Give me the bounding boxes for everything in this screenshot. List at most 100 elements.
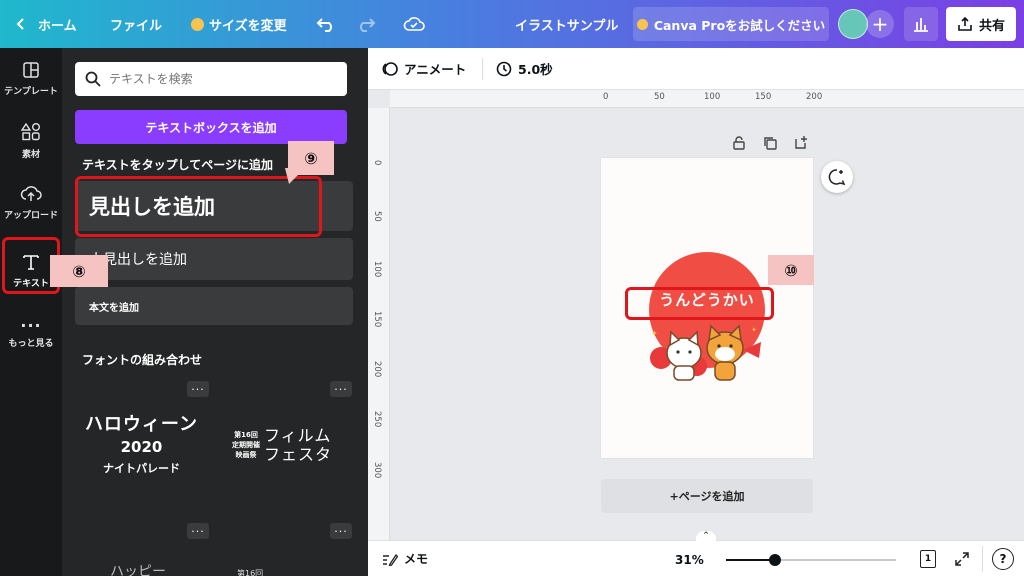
animate-icon	[382, 61, 398, 76]
add-body-text-button[interactable]: 本文を追加	[75, 287, 353, 325]
ruler-tick: 0	[372, 160, 382, 166]
duration-label: 5.0秒	[518, 62, 553, 77]
zoom-slider-fill	[726, 559, 775, 561]
avatar[interactable]	[838, 9, 868, 39]
annotation-label-9: ⑨	[288, 141, 334, 175]
bar-chart-icon	[914, 18, 928, 32]
comment-add-icon	[828, 169, 846, 186]
duplicate-icon	[764, 137, 777, 150]
add-page-button[interactable]: +ページを追加	[601, 479, 813, 513]
combo-more-button[interactable]: ···	[187, 523, 209, 539]
combo-more-button[interactable]: ···	[330, 381, 352, 397]
show-pages-toggle[interactable]: ⌃	[696, 531, 716, 545]
shapes-icon	[21, 122, 40, 141]
combo-line: ナイトパレード	[103, 462, 180, 475]
toolbar-divider	[482, 58, 483, 80]
undo-icon	[316, 18, 332, 32]
combo-more-button[interactable]: ···	[187, 381, 209, 397]
combo-small: 定期開催	[232, 441, 260, 449]
search-icon	[85, 71, 101, 87]
notes-button[interactable]: メモ	[382, 550, 428, 567]
home-label: ホーム	[38, 18, 77, 34]
try-pro-label: Canva Proをお試しください	[653, 17, 826, 33]
ruler-tick: 50	[654, 92, 665, 102]
rail-item-templates[interactable]: テンプレート	[0, 48, 62, 110]
add-textbox-button[interactable]: テキストボックスを追加	[75, 110, 347, 144]
cloud-upload-icon	[20, 186, 42, 201]
comment-button[interactable]	[821, 161, 853, 193]
duration-button[interactable]: 5.0秒	[496, 59, 553, 78]
font-combo-film-festa[interactable]: 第16回 定期開催 映画祭 フィルム フェスタ	[232, 426, 347, 464]
rail-item-label: もっと見る	[8, 339, 54, 349]
search-input[interactable]	[109, 72, 329, 86]
svg-text:✦: ✦	[651, 329, 658, 338]
add-page-icon	[795, 136, 807, 149]
page-count: 1	[924, 554, 932, 564]
duplicate-page-button[interactable]	[763, 136, 777, 153]
ruler-horizontal: 0 50 100 150 200	[390, 90, 1024, 108]
annotation-label-8: ⑧	[50, 255, 108, 287]
zoom-percentage[interactable]: 31%	[675, 553, 704, 567]
combo-more-button[interactable]: ···	[330, 523, 352, 539]
clock-icon	[496, 61, 512, 76]
rail-item-uploads[interactable]: アップロード	[0, 172, 62, 234]
add-page-icon-button[interactable]	[794, 135, 808, 152]
ruler-tick: 100	[704, 92, 721, 102]
help-button[interactable]: ?	[992, 548, 1014, 570]
lock-icon	[733, 136, 745, 150]
ruler-tick: 0	[603, 92, 609, 102]
annotation-label-10: ⑩	[768, 255, 814, 285]
home-button[interactable]: ホーム	[14, 0, 77, 48]
insights-button[interactable]	[904, 7, 938, 41]
zoom-slider-track[interactable]	[726, 554, 896, 566]
undo-button[interactable]	[316, 0, 336, 48]
design-title[interactable]: イラストサンプル	[515, 0, 618, 48]
rail-item-more[interactable]: ··· もっと見る	[0, 304, 62, 366]
resize-button[interactable]: サイズを変更	[191, 0, 287, 48]
redo-button[interactable]	[356, 0, 376, 48]
file-menu-button[interactable]: ファイル	[110, 0, 162, 48]
zoom-slider-thumb[interactable]	[769, 554, 781, 566]
ruler-tick: 300	[372, 462, 382, 479]
notes-pencil-icon	[383, 553, 398, 566]
ruler-vertical: 0 50 100 150 200 250 300	[368, 108, 390, 540]
ruler-tick: 150	[372, 311, 382, 328]
notes-label: メモ	[404, 552, 429, 566]
file-label: ファイル	[110, 18, 163, 34]
share-button[interactable]: 共有	[946, 7, 1016, 41]
ruler-tick: 200	[372, 361, 382, 378]
left-rail: テンプレート 素材 アップロード テキスト ··· もっと見る	[0, 48, 62, 576]
layout-icon	[23, 62, 39, 78]
ruler-tick: 200	[806, 92, 823, 102]
ruler-tick: 50	[372, 211, 382, 222]
animate-button[interactable]: アニメート	[382, 59, 466, 78]
combo-line: 2020	[120, 438, 163, 456]
add-body-label: 本文を追加	[89, 302, 139, 314]
search-box[interactable]	[75, 62, 347, 96]
ruler-tick: 100	[372, 261, 382, 278]
ruler-tick: 250	[372, 411, 382, 428]
font-combo-happy[interactable]: ハッピー	[110, 561, 166, 576]
add-subheading-button[interactable]: 小見出しを追加	[75, 238, 353, 280]
cloud-save-button[interactable]	[403, 0, 425, 48]
combo-big: フェスタ	[264, 445, 333, 464]
font-combos-title: フォントの組み合わせ	[82, 353, 203, 367]
cloud-check-icon	[403, 17, 425, 31]
fullscreen-button[interactable]	[954, 551, 970, 570]
font-combo-partial[interactable]: 第16回	[237, 568, 263, 576]
font-combo-halloween[interactable]: ハロウィーン 2020 ナイトパレード	[84, 410, 199, 476]
expand-icon	[955, 552, 969, 566]
combo-small: 映画祭	[235, 451, 257, 459]
lock-button[interactable]	[732, 136, 746, 153]
page-count-button[interactable]: 1	[920, 550, 936, 568]
ruler-tick: 150	[755, 92, 772, 102]
share-label: 共有	[978, 18, 1005, 34]
try-pro-button[interactable]: Canva Proをお試しください	[633, 7, 829, 41]
annotation-highlight-canvas-text	[625, 287, 774, 320]
rail-item-elements[interactable]: 素材	[0, 110, 62, 172]
help-icon: ?	[999, 552, 1007, 566]
tap-hint: テキストをタップしてページに追加	[82, 158, 274, 172]
ellipsis-icon: ···	[20, 316, 42, 335]
animate-label: アニメート	[404, 62, 467, 77]
add-member-button[interactable]: +	[866, 10, 894, 38]
